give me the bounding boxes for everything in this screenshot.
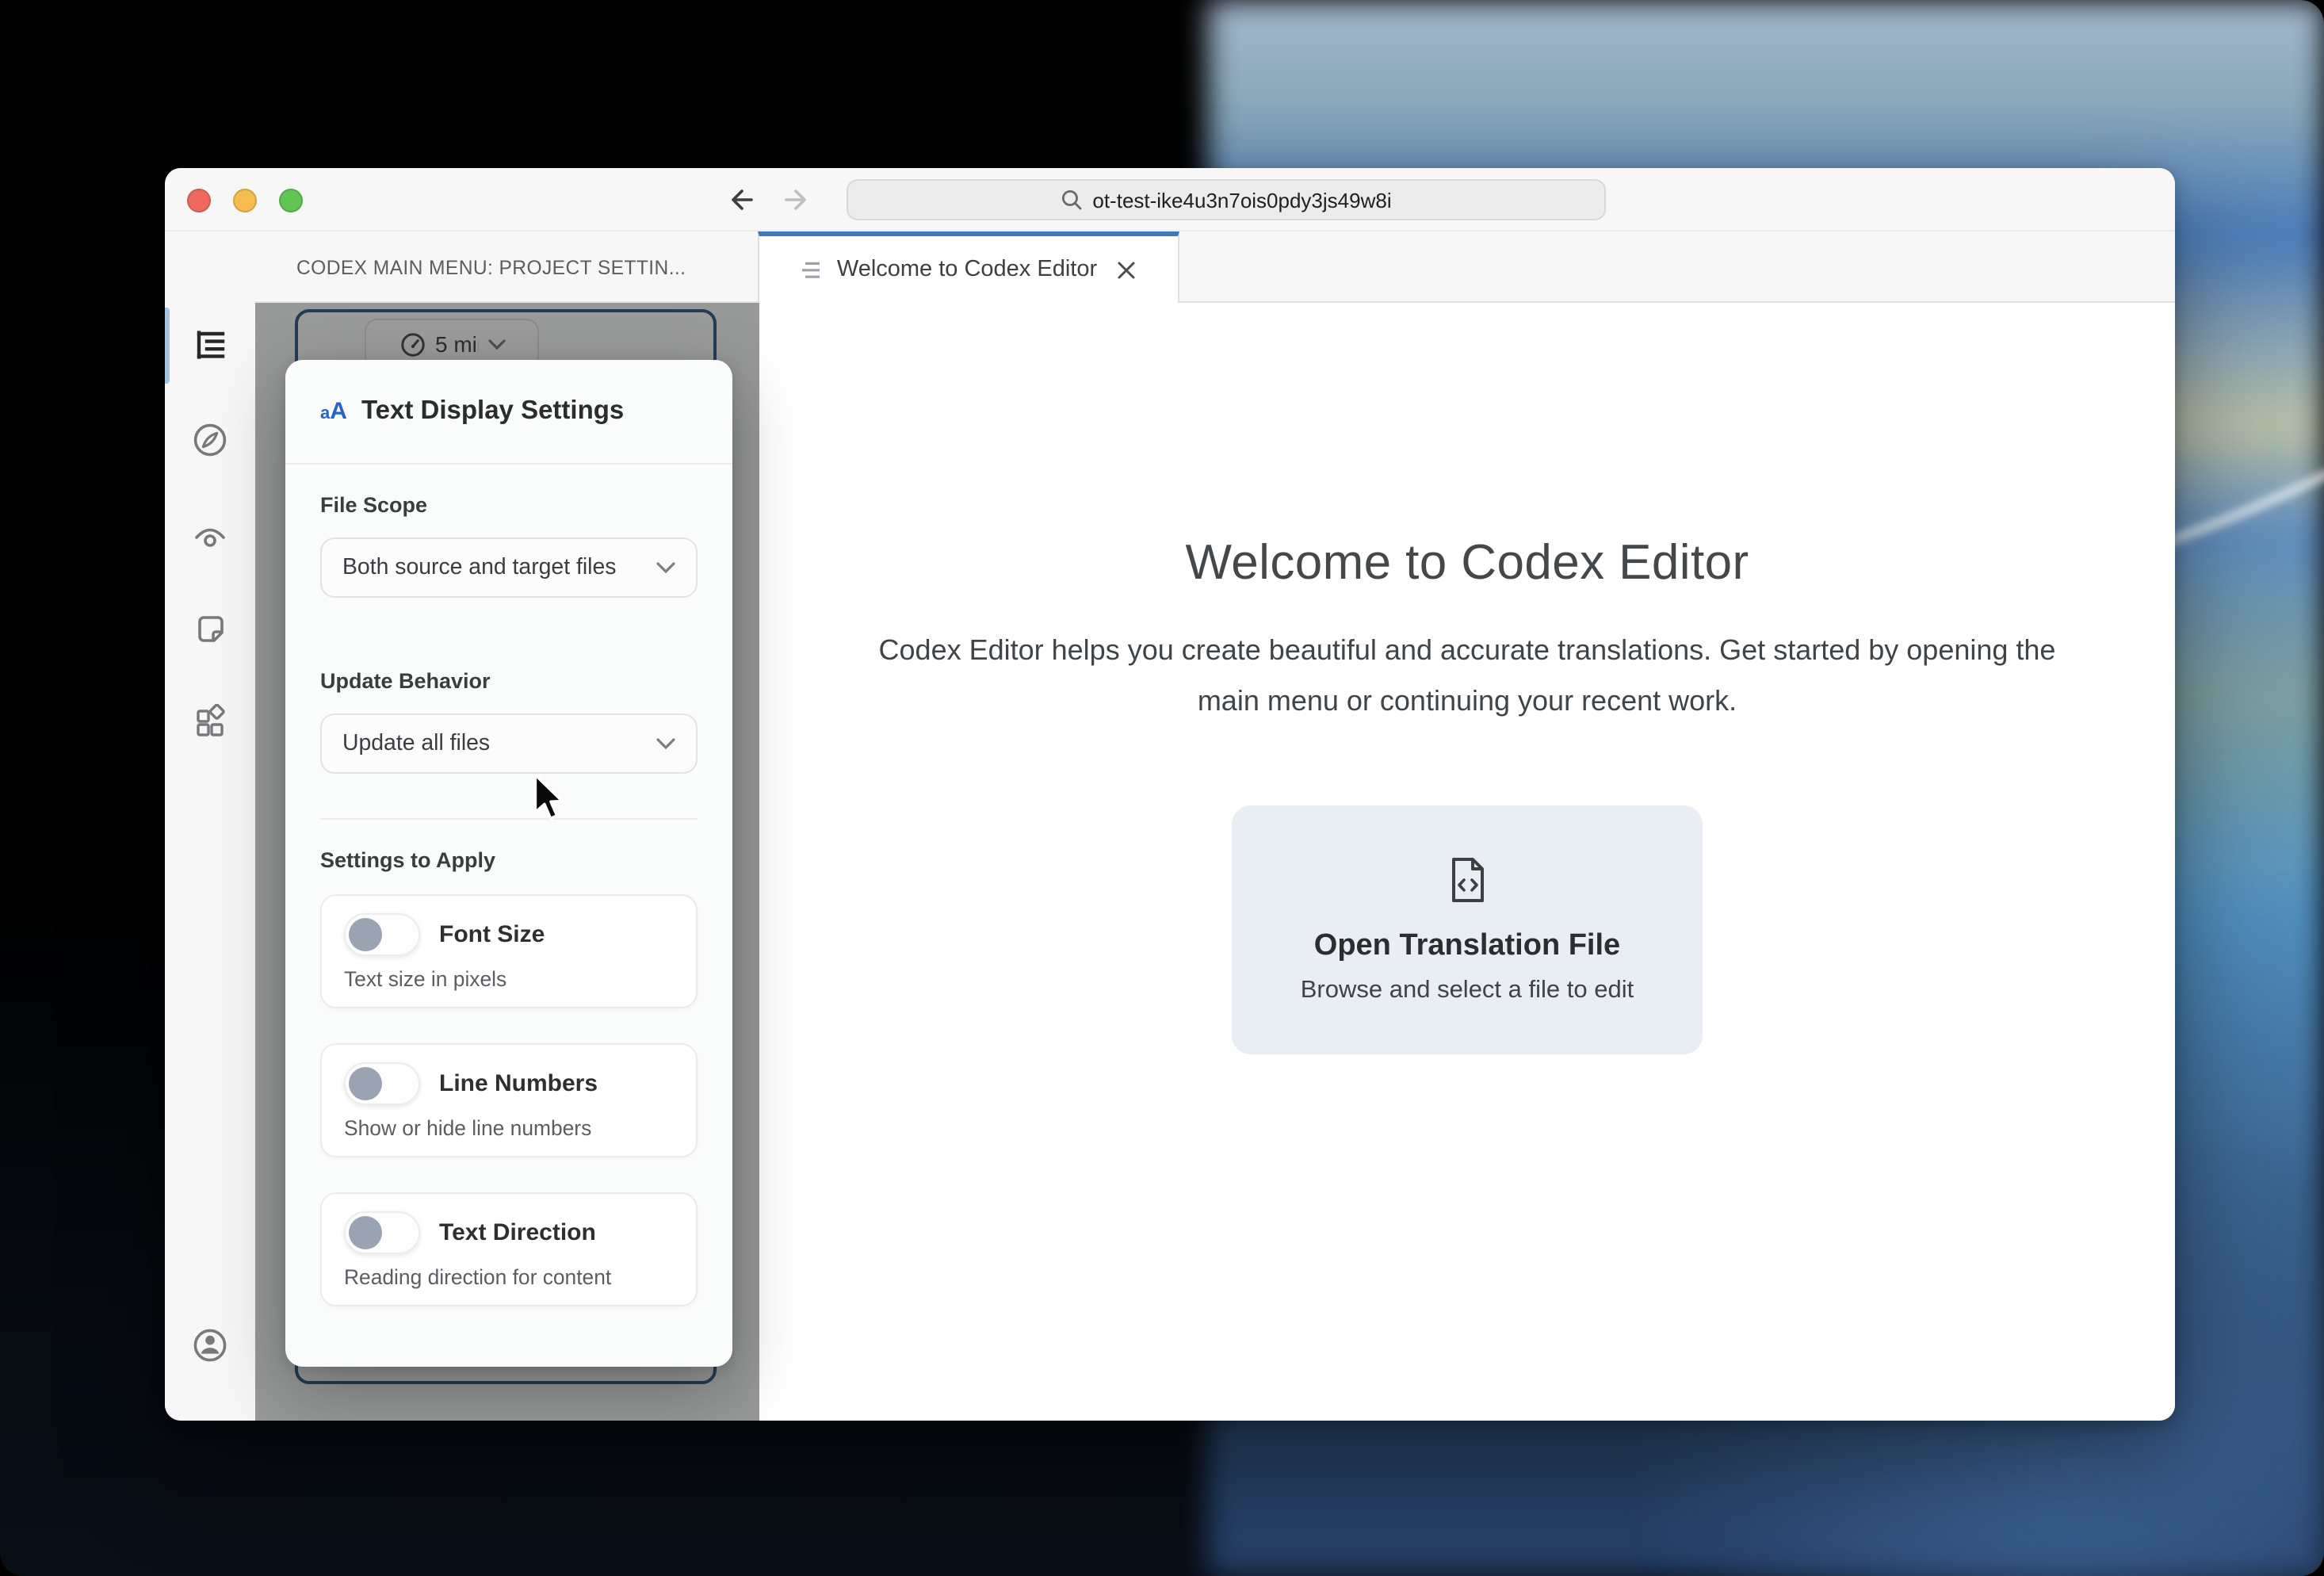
- toggle-knob: [349, 1067, 382, 1100]
- extensions-icon: [191, 703, 229, 741]
- sidebar-item-navigation[interactable]: [190, 420, 230, 460]
- text-direction-description: Reading direction for content: [344, 1265, 674, 1289]
- app-window: ot-test-ike4u3n7ois0pdy3js49w8i CODEX MA…: [165, 168, 2175, 1421]
- tab-codex-main-menu[interactable]: CODEX MAIN MENU: PROJECT SETTIN...: [296, 231, 686, 303]
- open-translation-file-card[interactable]: Open Translation File Browse and select …: [1232, 805, 1703, 1054]
- open-card-title: Open Translation File: [1314, 928, 1620, 963]
- sidebar-item-outline[interactable]: [190, 325, 230, 365]
- welcome-description: Codex Editor helps you create beautiful …: [849, 626, 2085, 726]
- screen: ot-test-ike4u3n7ois0pdy3js49w8i CODEX MA…: [0, 0, 2324, 1576]
- toggle-knob: [349, 918, 382, 951]
- active-item-indicator: [165, 308, 170, 384]
- popover-title: Text Display Settings: [361, 396, 624, 427]
- outline-tree-icon: [192, 327, 228, 363]
- zoom-window-button[interactable]: [279, 189, 303, 212]
- text-direction-label: Text Direction: [439, 1219, 596, 1246]
- chevron-down-icon: [656, 561, 675, 574]
- document-list-icon: [801, 259, 824, 280]
- mouse-cursor: [533, 774, 566, 832]
- file-scope-value: Both source and target files: [342, 555, 656, 580]
- welcome-heading: Welcome to Codex Editor: [759, 534, 2175, 591]
- forward-arrow-button[interactable]: [778, 182, 813, 217]
- title-bar: ot-test-ike4u3n7ois0pdy3js49w8i: [165, 168, 2175, 231]
- desktop-wallpaper: ot-test-ike4u3n7ois0pdy3js49w8i CODEX MA…: [0, 0, 2324, 1576]
- settings-to-apply-label: Settings to Apply: [320, 848, 698, 872]
- font-size-label: Font Size: [439, 921, 545, 948]
- sticky-note-icon: [191, 610, 229, 648]
- account-icon: [190, 1325, 230, 1365]
- file-scope-label: File Scope: [320, 493, 698, 517]
- compass-icon: [190, 420, 230, 460]
- font-size-toggle[interactable]: [344, 913, 420, 956]
- popover-header: aA Text Display Settings: [285, 360, 732, 465]
- sidebar-item-extensions[interactable]: [190, 702, 230, 742]
- text-direction-toggle[interactable]: [344, 1211, 420, 1254]
- update-behavior-label: Update Behavior: [320, 669, 698, 693]
- file-code-icon: [1447, 855, 1488, 903]
- open-card-subtitle: Browse and select a file to edit: [1301, 976, 1634, 1004]
- font-size-setting-card: Font Size Text size in pixels: [320, 894, 698, 1008]
- update-behavior-value: Update all files: [342, 731, 656, 756]
- sidebar-item-preview[interactable]: [190, 515, 230, 555]
- close-tab-icon[interactable]: [1116, 259, 1137, 280]
- tab-bar: CODEX MAIN MENU: PROJECT SETTIN... Welco…: [255, 231, 2175, 303]
- address-bar[interactable]: ot-test-ike4u3n7ois0pdy3js49w8i: [847, 179, 1606, 220]
- text-size-icon: aA: [320, 398, 347, 425]
- tab-welcome-label: Welcome to Codex Editor: [837, 257, 1097, 282]
- eye-icon: [190, 515, 230, 555]
- sidebar-item-account[interactable]: [190, 1325, 230, 1365]
- text-display-settings-popover: aA Text Display Settings File Scope Both…: [285, 360, 732, 1367]
- back-arrow-button[interactable]: [724, 182, 759, 217]
- address-bar-text: ot-test-ike4u3n7ois0pdy3js49w8i: [1092, 188, 1391, 212]
- text-direction-setting-card: Text Direction Reading direction for con…: [320, 1192, 698, 1306]
- welcome-pane: Welcome to Codex Editor Codex Editor hel…: [759, 303, 2175, 1421]
- tab-welcome[interactable]: Welcome to Codex Editor: [758, 231, 1179, 303]
- popover-divider: [320, 818, 698, 820]
- search-icon: [1061, 189, 1083, 211]
- sidebar-item-notes[interactable]: [190, 609, 230, 648]
- line-numbers-toggle[interactable]: [344, 1062, 420, 1105]
- toggle-knob: [349, 1216, 382, 1249]
- minimize-window-button[interactable]: [233, 189, 257, 212]
- line-numbers-description: Show or hide line numbers: [344, 1116, 674, 1140]
- activity-sidebar: [165, 231, 255, 1421]
- line-numbers-label: Line Numbers: [439, 1070, 598, 1097]
- line-numbers-setting-card: Line Numbers Show or hide line numbers: [320, 1043, 698, 1157]
- font-size-description: Text size in pixels: [344, 967, 674, 991]
- close-window-button[interactable]: [187, 189, 211, 212]
- update-behavior-select[interactable]: Update all files: [320, 713, 698, 774]
- chevron-down-icon: [656, 737, 675, 750]
- file-scope-select[interactable]: Both source and target files: [320, 537, 698, 598]
